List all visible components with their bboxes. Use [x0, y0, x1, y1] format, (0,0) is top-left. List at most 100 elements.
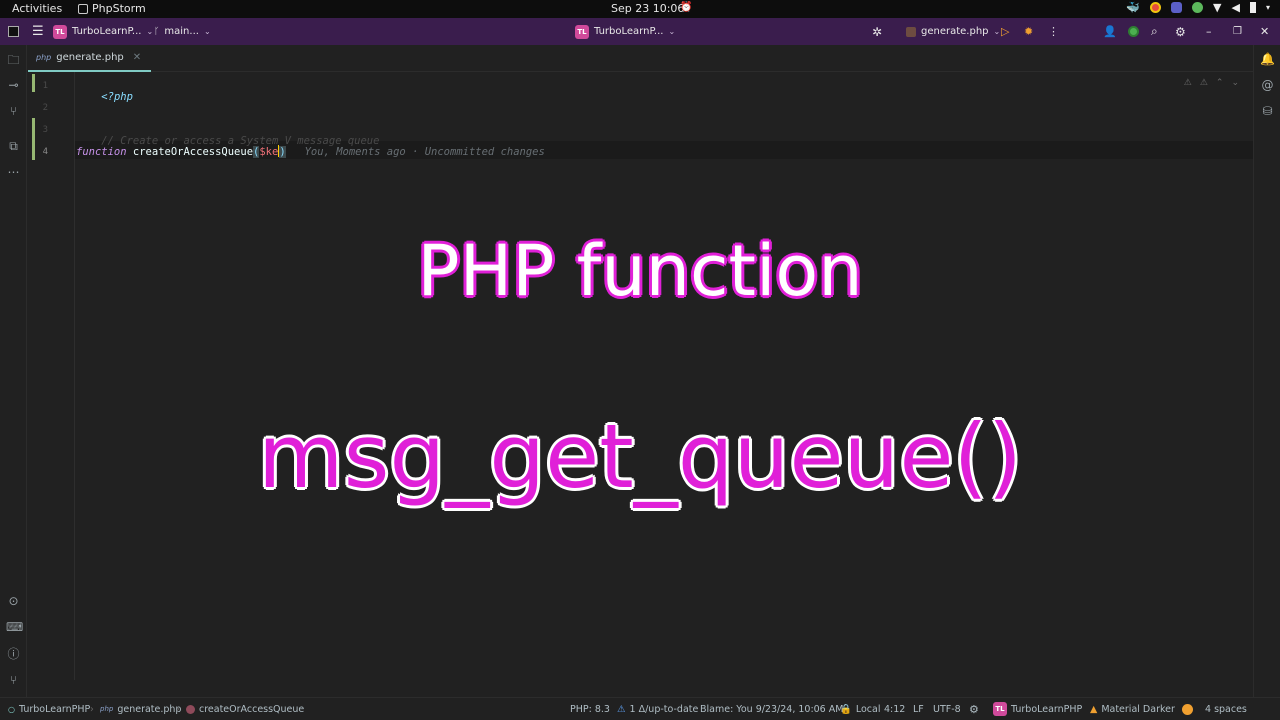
gutter-divider: [74, 72, 75, 680]
php-open-tag: <?php: [101, 91, 133, 103]
lock-icon: 🔒: [840, 703, 852, 715]
database-icon[interactable]: ⛁: [1260, 104, 1275, 119]
pull-requests-icon[interactable]: ⑂: [6, 104, 21, 119]
center-project-widget[interactable]: TL TurboLearnP... ⌄: [575, 18, 675, 45]
breadcrumb-separator-icon: ›: [90, 703, 94, 715]
more-actions-icon[interactable]: ⋮: [1048, 18, 1059, 45]
ide-title-bar: ☰ TL TurboLearnP... ⌄ ᚴ main... ⌄ TL Tur…: [0, 18, 1280, 45]
ai-assistant-icon[interactable]: @: [1260, 78, 1275, 93]
status-project-widget[interactable]: TL TurboLearnPHP: [993, 698, 1082, 720]
services-icon[interactable]: ⊙: [6, 594, 21, 609]
php-version[interactable]: PHP: 8.3: [570, 698, 610, 720]
breadcrumb-symbol[interactable]: createOrAccessQueue: [186, 698, 304, 720]
run-config-widget[interactable]: generate.php ⌄: [906, 18, 1000, 45]
teams-tray-icon[interactable]: [1171, 2, 1183, 13]
indent-setting[interactable]: 4 spaces: [1205, 698, 1247, 720]
alarm-icon: ⏰: [680, 2, 693, 13]
vcs-status[interactable]: ⚠ 1 Δ/up-to-date: [617, 698, 698, 720]
chevron-down-icon[interactable]: ⌄: [1231, 78, 1239, 88]
problems-icon[interactable]: ⓘ: [6, 647, 21, 662]
tab-generate-php[interactable]: php generate.php ✕: [28, 45, 152, 72]
run-icon[interactable]: ▷: [1001, 18, 1009, 45]
power-menu-icon[interactable]: ▾: [1266, 3, 1270, 12]
line-number: 4: [42, 147, 48, 157]
activities-button[interactable]: Activities: [12, 2, 62, 15]
close-tab-icon[interactable]: ✕: [133, 52, 141, 63]
debug-bug-icon[interactable]: ✲: [872, 18, 882, 45]
lock-status[interactable]: 🔒 Local: [840, 698, 880, 720]
caret-position[interactable]: 4:12: [884, 698, 905, 720]
git-icon[interactable]: ⑂: [6, 673, 21, 688]
weak-warning-icon: ⚠: [1199, 78, 1208, 88]
blame-info[interactable]: Blame: You 9/23/24, 10:06 AM: [700, 698, 843, 720]
docker-tray-icon[interactable]: 🐳: [1126, 1, 1140, 14]
line-number: 1: [42, 81, 48, 91]
code-line-4: function createOrAccessQueue($ke) You, M…: [76, 145, 545, 158]
file-encoding[interactable]: UTF-8: [933, 698, 961, 720]
module-icon: ○: [8, 704, 15, 714]
code-with-me-icon[interactable]: [1128, 18, 1139, 45]
main-menu-icon[interactable]: ☰: [32, 18, 44, 45]
chevron-down-icon: ⌄: [146, 27, 154, 36]
add-user-icon[interactable]: 👤: [1103, 18, 1117, 45]
status-indicator-icon[interactable]: [1182, 698, 1193, 720]
project-widget[interactable]: TL TurboLearnP... ⌄: [53, 18, 153, 45]
status-project-name: TurboLearnPHP: [1011, 703, 1083, 715]
wifi-icon[interactable]: ▼: [1213, 1, 1221, 14]
line-number: 3: [42, 125, 48, 135]
overlay-function-name: msg_get_queue(): [257, 405, 1023, 508]
battery-icon[interactable]: [1249, 2, 1256, 13]
minimize-icon[interactable]: –: [1206, 18, 1212, 45]
commit-icon[interactable]: ⊸: [6, 78, 21, 93]
notifications-bell-icon[interactable]: 🔔: [1260, 52, 1275, 67]
breadcrumb-project-label: TurboLearnPHP: [18, 703, 91, 715]
right-tool-window-bar: 🔔 @ ⛁: [1253, 45, 1280, 697]
terminal-icon[interactable]: ⌨: [6, 620, 23, 635]
more-tools-icon[interactable]: ⋯: [6, 165, 21, 180]
theme-widget[interactable]: ▲ Material Darker: [1090, 698, 1175, 720]
center-project-name: TurboLearnP...: [594, 26, 664, 37]
line-separator[interactable]: LF: [913, 698, 924, 720]
run-config-name: generate.php: [921, 26, 989, 37]
ide-logo-icon[interactable]: [8, 18, 19, 45]
chevron-down-icon: ⌄: [668, 27, 676, 36]
project-badge: TL: [575, 24, 589, 39]
project-badge: TL: [993, 702, 1007, 716]
overlay-title: PHP function: [417, 230, 863, 312]
chrome-tray-icon[interactable]: [1150, 2, 1162, 13]
clock[interactable]: Sep 23 10:06: [611, 2, 684, 15]
code-style-gear-icon[interactable]: ⚙: [969, 698, 979, 720]
breadcrumb-file[interactable]: php generate.php: [100, 698, 181, 720]
vcs-status-label: 1 Δ/up-to-date: [629, 703, 699, 715]
vpn-tray-icon[interactable]: [1192, 2, 1204, 13]
breadcrumb-project[interactable]: ○ TurboLearnPHP: [8, 698, 90, 720]
function-name: createOrAccessQueue: [132, 146, 254, 158]
code-editor[interactable]: 1 2 3 4 <?php // Create or access a Syst…: [28, 72, 1253, 697]
inline-blame[interactable]: You, Moments ago · Uncommitted changes: [305, 146, 545, 158]
chevron-up-icon[interactable]: ⌃: [1216, 78, 1224, 88]
project-folder-icon[interactable]: 🗀: [6, 53, 21, 68]
close-window-icon[interactable]: ✕: [1260, 18, 1269, 45]
status-bar: ○ TurboLearnPHP › php generate.php › cre…: [0, 697, 1280, 720]
close-paren: ): [279, 146, 286, 158]
function-keyword: function: [76, 146, 127, 158]
settings-gear-icon[interactable]: ⚙: [1175, 18, 1186, 45]
structure-icon[interactable]: ⧉: [6, 139, 21, 154]
function-icon: [186, 704, 195, 714]
php-file-icon: php: [36, 53, 52, 62]
line-number: 2: [42, 103, 48, 113]
restore-icon[interactable]: ❐: [1233, 18, 1242, 45]
vcs-warning-icon: ⚠: [617, 703, 626, 715]
branch-widget[interactable]: ᚴ main... ⌄: [154, 18, 211, 45]
inspection-widget[interactable]: ⚠ ⚠ ⌃ ⌄: [1184, 78, 1239, 88]
breadcrumb-symbol-label: createOrAccessQueue: [199, 703, 305, 715]
left-tool-window-bar: 🗀 ⊸ ⑂ ⧉ ⋯ ⊙ ⌨ ⓘ ⑂: [0, 45, 27, 697]
debug-icon[interactable]: ✹: [1024, 18, 1033, 45]
volume-icon[interactable]: ◀: [1232, 1, 1240, 14]
app-menu[interactable]: PhpStorm: [78, 2, 146, 15]
parameter-variable: $ke: [259, 146, 279, 158]
breadcrumb-file-label: generate.php: [117, 703, 182, 715]
search-icon[interactable]: ⌕: [1151, 18, 1158, 45]
php-file-icon: php: [100, 705, 114, 713]
code-line-1: <?php: [76, 79, 133, 115]
